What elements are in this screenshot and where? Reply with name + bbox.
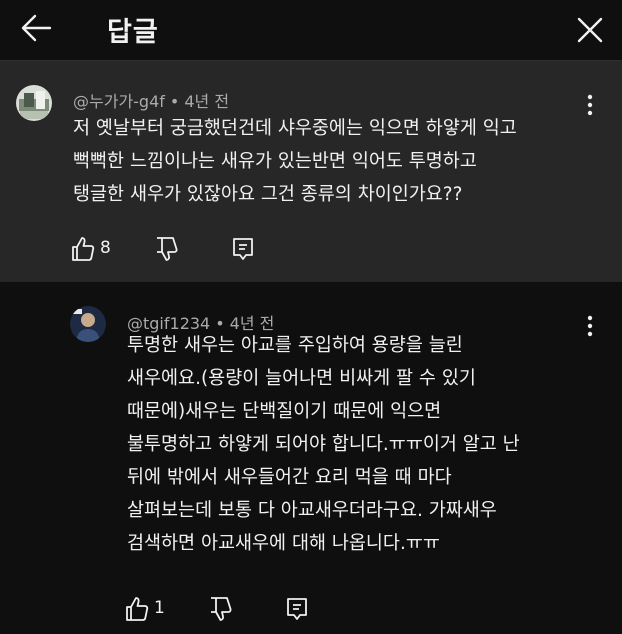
comment-text-line: 때문에)새우는 단백질이기 때문에 익으면	[127, 401, 442, 422]
avatar-image-icon	[70, 306, 106, 342]
avatar[interactable]	[16, 85, 52, 121]
comment-text: 투명한 새우는 아교를 주입하여 용량을 늘린 새우에요.(용량이 늘어나면 비…	[127, 329, 597, 560]
comment-age[interactable]: 4년 전	[184, 92, 229, 111]
dislike-button[interactable]	[154, 235, 184, 263]
comment-reply-icon	[287, 598, 307, 620]
comment-text-line: 살펴보는데 보통 다 아교새우더라구요. 가짜새우	[127, 500, 497, 521]
comment-text-line: 검색하면 아교새우에 대해 나옵니다.ㅠㅠ	[127, 533, 440, 554]
thumb-up-icon	[126, 597, 149, 621]
avatar-image-icon	[16, 85, 52, 121]
parent-comment: @누가가-g4f • 4년 전 저 옛날부터 궁금했던건데 샤우중에는 익으면 하얗…	[0, 61, 622, 282]
comment-reply-icon	[233, 238, 253, 260]
reply-button[interactable]	[284, 595, 314, 623]
close-button[interactable]	[570, 10, 610, 50]
like-count: 1	[154, 598, 165, 618]
avatar[interactable]	[70, 306, 106, 342]
replies-panel: 답글 @누가가-g4f • 4년 전 저 옛날부터 궁금했던건데 샤우중에는 익…	[0, 0, 622, 634]
comment-text-line: 불투명하고 하얗게 되어야 합니다.ㅠㅠ이거 알고 난	[127, 434, 520, 455]
thumb-up-icon	[72, 237, 95, 261]
dislike-button[interactable]	[208, 595, 238, 623]
replies-header: 답글	[0, 0, 622, 61]
back-button[interactable]	[16, 10, 56, 46]
like-button[interactable]: 8	[70, 235, 130, 263]
reply-button[interactable]	[230, 235, 260, 263]
reply-comment: @tgif1234 • 4년 전 투명한 새우는 아교를 주입하여 용량을 늘린 새…	[0, 290, 622, 634]
comment-meta: @누가가-g4f • 4년 전	[73, 88, 229, 112]
comment-text-line: 뻑뻑한 느낌이나는 새유가 있는반면 익어도 투명하고	[73, 151, 477, 172]
like-button[interactable]: 1	[124, 595, 184, 623]
meta-separator: •	[169, 92, 180, 111]
thumb-down-icon	[211, 597, 232, 621]
comment-text-line: 탱글한 새우가 있잖아요 그건 종류의 차이인가요??	[73, 184, 463, 205]
like-count: 8	[100, 238, 111, 258]
close-icon	[577, 17, 603, 43]
comment-text-line: 새우에요.(용량이 늘어나면 비싸게 팔 수 있기	[127, 368, 476, 389]
comment-author[interactable]: @누가가-g4f	[73, 92, 165, 111]
page-title: 답글	[107, 17, 159, 48]
thumb-down-icon	[157, 237, 178, 261]
comment-text-line: 저 옛날부터 궁금했던건데 샤우중에는 익으면 하얗게 익고	[73, 118, 517, 139]
comment-text-line: 투명한 새우는 아교를 주입하여 용량을 늘린	[127, 335, 463, 356]
comment-text: 저 옛날부터 궁금했던건데 샤우중에는 익으면 하얗게 익고 뻑뻑한 느낌이나는…	[73, 112, 603, 211]
comment-text-line: 뒤에 밖에서 새우들어간 요리 먹을 때 마다	[127, 467, 452, 488]
arrow-left-icon	[21, 14, 52, 42]
